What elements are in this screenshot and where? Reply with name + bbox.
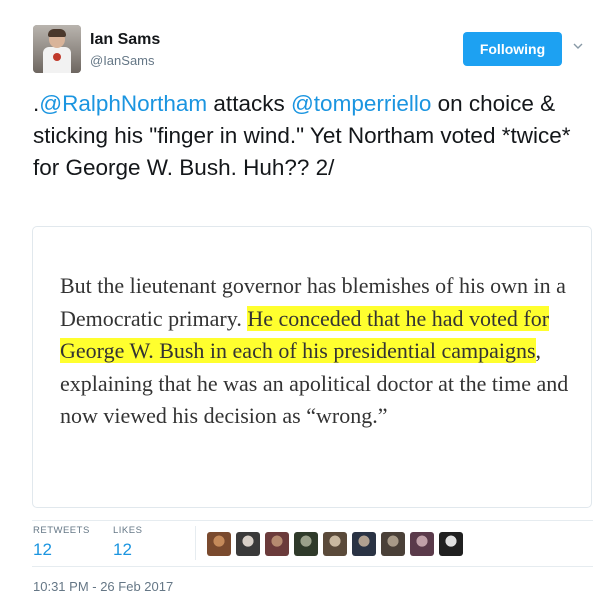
retweets-count[interactable]: 12 xyxy=(33,540,90,560)
retweets-label: RETWEETS xyxy=(33,525,90,536)
retweets-stat[interactable]: RETWEETS 12 xyxy=(33,525,90,560)
liker-avatar-2[interactable] xyxy=(236,532,260,556)
tweet-text: .@RalphNortham attacks @tomperriello on … xyxy=(33,88,578,184)
mention-ralphnortham[interactable]: @RalphNortham xyxy=(39,91,207,116)
mention-tomperriello[interactable]: @tomperriello xyxy=(291,91,431,116)
author-avatar[interactable] xyxy=(33,25,81,73)
avatar-logo xyxy=(53,53,61,61)
avatar-hair xyxy=(48,29,66,37)
stats-separator xyxy=(195,526,196,560)
following-button[interactable]: Following xyxy=(463,32,562,66)
liker-avatar-5[interactable] xyxy=(323,532,347,556)
likes-label: LIKES xyxy=(113,525,143,536)
likes-count[interactable]: 12 xyxy=(113,540,142,560)
divider xyxy=(32,566,593,567)
liker-avatar-4[interactable] xyxy=(294,532,318,556)
author-handle[interactable]: @IanSams xyxy=(90,53,155,68)
likes-stat[interactable]: LIKES 12 xyxy=(113,525,142,560)
chevron-down-icon[interactable] xyxy=(573,41,583,51)
attached-image[interactable]: But the lieutenant governor has blemishe… xyxy=(32,226,592,508)
article-excerpt: But the lieutenant governor has blemishe… xyxy=(60,270,580,433)
tweet-timestamp[interactable]: 10:31 PM - 26 Feb 2017 xyxy=(33,579,173,594)
liker-avatar-3[interactable] xyxy=(265,532,289,556)
liker-avatar-6[interactable] xyxy=(352,532,376,556)
liker-avatar-7[interactable] xyxy=(381,532,405,556)
divider xyxy=(32,520,593,521)
liker-avatar-9[interactable] xyxy=(439,532,463,556)
tweet-text-part1: attacks xyxy=(207,91,291,116)
author-name[interactable]: Ian Sams xyxy=(90,31,160,49)
liker-avatar-1[interactable] xyxy=(207,532,231,556)
liker-avatar-8[interactable] xyxy=(410,532,434,556)
